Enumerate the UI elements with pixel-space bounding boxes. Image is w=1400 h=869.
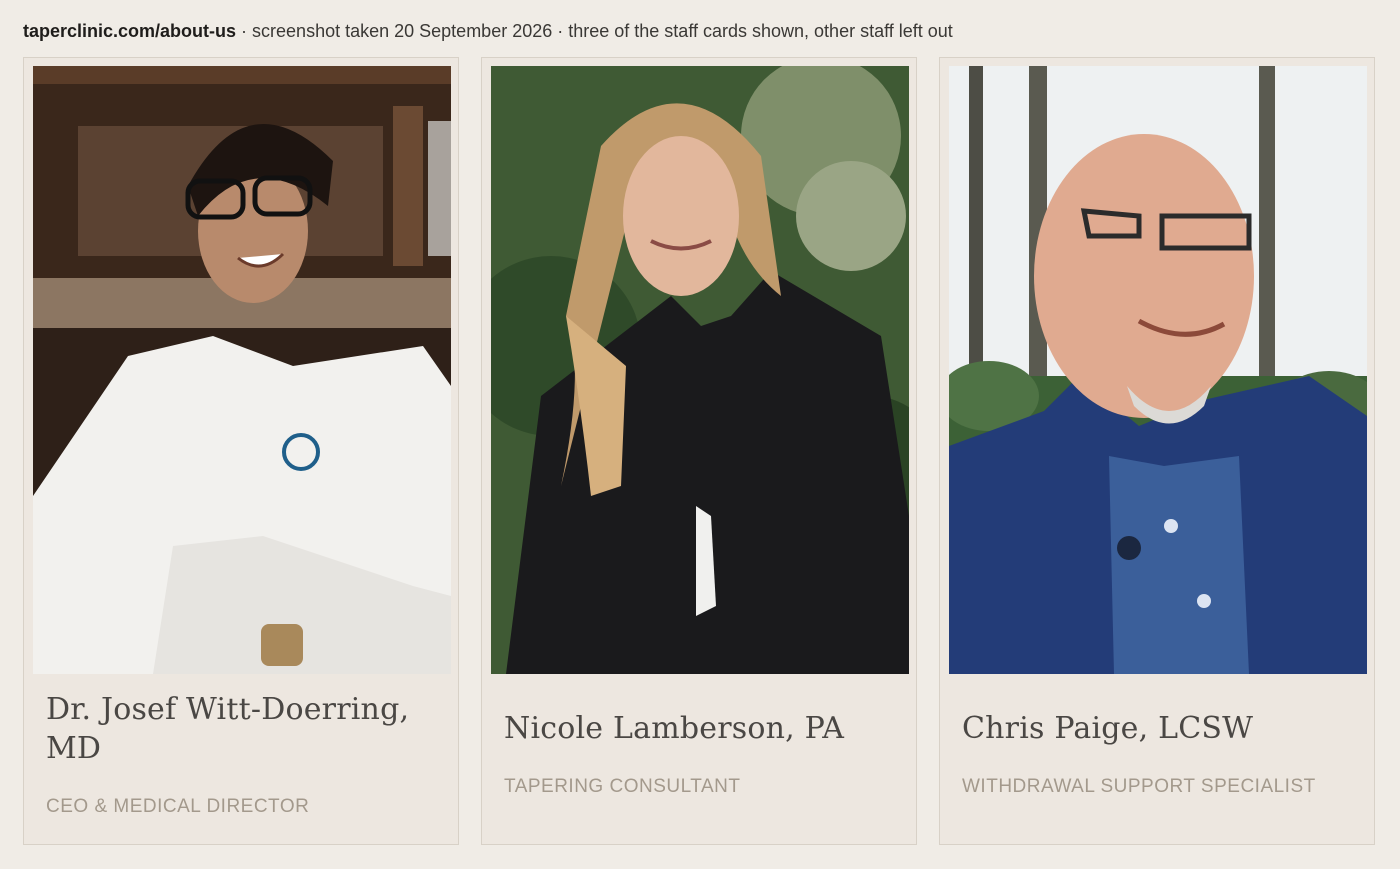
staff-card[interactable]: Nicole Lamberson, PA TAPERING CONSULTANT — [481, 57, 917, 845]
staff-role: TAPERING CONSULTANT — [504, 776, 741, 797]
staff-card-grid: Dr. Josef Witt-Doerring, MD CEO & MEDICA… — [23, 57, 1377, 847]
staff-name: Dr. Josef Witt-Doerring, MD — [46, 692, 410, 766]
staff-name: Nicole Lamberson, PA — [504, 711, 845, 746]
staff-photo[interactable] — [949, 66, 1367, 674]
staff-card[interactable]: Dr. Josef Witt-Doerring, MD CEO & MEDICA… — [23, 57, 459, 845]
staff-role: WITHDRAWAL SUPPORT SPECIALIST — [962, 776, 1316, 797]
staff-photo[interactable] — [33, 66, 451, 674]
staff-photo[interactable] — [491, 66, 909, 674]
staff-role: CEO & MEDICAL DIRECTOR — [46, 796, 310, 817]
staff-name: Chris Paige, LCSW — [962, 711, 1254, 746]
screenshot-caption: taperclinic.com/about-us · screenshot ta… — [23, 19, 953, 43]
staff-card[interactable]: Chris Paige, LCSW WITHDRAWAL SUPPORT SPE… — [939, 57, 1375, 845]
caption-note: · screenshot taken 20 September 2026 · t… — [236, 21, 953, 41]
page-url: taperclinic.com/about-us — [23, 21, 237, 41]
